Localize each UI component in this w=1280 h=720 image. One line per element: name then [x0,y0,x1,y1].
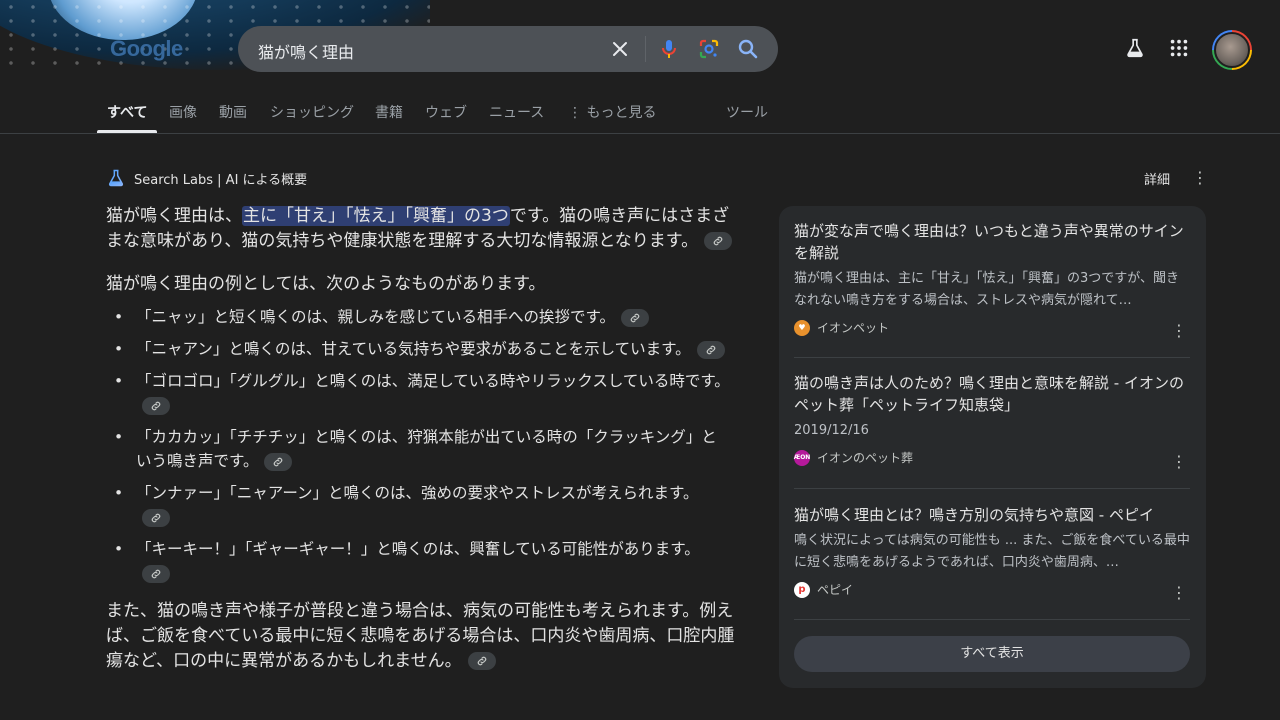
source-menu-icon[interactable]: ⋮ [1171,323,1187,339]
source-site-name: イオンペット [817,321,890,335]
list-item: 「ニャアン」と鳴くのは、甘えている気持ちや要求があることを示しています。 [106,337,736,361]
google-logo[interactable]: Google [110,36,183,62]
summary-highlight: 主に「甘え」「怯え」「興奮」の3つ [242,206,510,226]
aeon-pet-favicon-icon: ♥ [794,319,810,336]
citation-link-icon[interactable] [696,340,725,359]
ai-overview-body: 猫が鳴く理由は、主に「甘え」「怯え」「興奮」の3つです。猫の鳴き声にはさまざまな… [106,204,736,692]
labs-badge-icon [108,169,124,187]
labs-flask-icon[interactable] [1124,37,1146,63]
source-title[interactable]: 猫の鳴き声は人のため？鳴く理由と意味を解説 - イオンのペット葬「ペットライフ知… [794,372,1190,416]
tab-shopping[interactable]: ショッピング [270,102,354,122]
citation-link-icon[interactable] [142,564,170,583]
search-tabs: すべて 画像 動画 ショッピング 書籍 ウェブ ニュース ⋮ もっと見る ツール [0,92,1280,134]
source-divider [794,357,1190,358]
list-item: 「キーキー！」「ギャーギャー！」と鳴くのは、興奮している可能性があります。 [106,537,736,585]
source-menu-icon[interactable]: ⋮ [1171,454,1187,470]
citation-link-icon[interactable] [142,508,170,527]
source-snippet: 鳴く状況によっては病気の可能性も ... また、ご飯を食べている最中に短く悲鳴を… [794,533,1190,570]
search-icon[interactable] [736,37,760,61]
source-site-name: イオンのペット葬 [817,451,914,465]
active-tab-indicator [97,130,157,133]
source-site: ♥ イオンペット [794,319,1190,336]
pepy-favicon-icon: p [794,581,810,598]
show-all-button[interactable]: すべて表示 [794,636,1190,672]
avatar-image [1214,32,1250,68]
list-item-text: 「カカカッ」「チチチッ」と鳴くのは、狩猟本能が出ている時の「クラッキング」という… [136,428,717,470]
examples-list: 「ニャッ」と短く鳴くのは、親しみを感じている相手への挨拶です。 「ニャアン」と鳴… [106,305,736,585]
tab-all[interactable]: すべて [107,102,147,122]
source-card[interactable]: 猫が変な声で鳴く理由は？いつもと違う声や異常のサインを解説 猫が鳴く理由は、主に… [794,220,1190,336]
source-divider [794,619,1190,620]
summary-text-pre: 猫が鳴く理由は、 [106,206,242,226]
tab-more[interactable]: ⋮ もっと見る [568,102,656,122]
list-item-text: 「ゴロゴロ」「グルグル」と鳴くのは、満足している時やリラックスしている時です。 [136,372,730,390]
header-actions [1124,30,1252,70]
citation-link-icon[interactable] [620,308,649,327]
details-link[interactable]: 詳細 [1144,169,1170,188]
sources-panel: 猫が変な声で鳴く理由は？いつもと違う声や異常のサインを解説 猫が鳴く理由は、主に… [779,206,1206,688]
search-input[interactable]: 猫が鳴く理由 [258,39,354,63]
source-menu-icon[interactable]: ⋮ [1171,585,1187,601]
search-results-page: Google 猫が鳴く理由 すべて 画像 動画 ショッピング 書籍 ウェブ ニュ… [0,0,1280,720]
list-item-text: 「ニャッ」と短く鳴くのは、親しみを感じている相手への挨拶です。 [136,308,615,326]
search-divider [645,36,646,62]
source-site-name: ペピイ [817,583,854,597]
summary-paragraph: 猫が鳴く理由は、主に「甘え」「怯え」「興奮」の3つです。猫の鳴き声にはさまざまな… [106,204,736,254]
citation-link-icon[interactable] [467,652,496,670]
tab-more-label: もっと見る [586,105,657,121]
source-divider [794,488,1190,489]
list-item: 「ニャッ」と短く鳴くのは、親しみを感じている相手への挨拶です。 [106,305,736,329]
tab-videos[interactable]: 動画 [219,102,247,122]
health-text: また、猫の鳴き声や様子が普段と違う場合は、病気の可能性も考えられます。例えば、ご… [106,601,735,671]
tab-web[interactable]: ウェブ [425,102,467,122]
source-card[interactable]: 猫の鳴き声は人のため？鳴く理由と意味を解説 - イオンのペット葬「ペットライフ知… [794,372,1190,466]
ai-overview-menu-icon[interactable]: ⋮ [1192,170,1208,186]
source-title[interactable]: 猫が変な声で鳴く理由は？いつもと違う声や異常のサインを解説 [794,220,1190,264]
source-title[interactable]: 猫が鳴く理由とは？鳴き方別の気持ちや意図 - ペピイ [794,504,1190,526]
citation-link-icon[interactable] [142,396,170,415]
source-date: 2019/12/16 [794,423,869,438]
list-item: 「ンナァー」「ニャアーン」と鳴くのは、強めの要求やストレスが考えられます。 [106,481,736,529]
source-snippet: 猫が鳴く理由は、主に「甘え」「怯え」「興奮」の3つですが、聞きなれない鳴き方をす… [794,271,1180,308]
list-item: 「カカカッ」「チチチッ」と鳴くのは、狩猟本能が出ている時の「クラッキング」という… [106,425,736,473]
tab-news[interactable]: ニュース [489,102,544,122]
tab-tools[interactable]: ツール [726,102,768,122]
list-item-text: 「ンナァー」「ニャアーン」と鳴くのは、強めの要求やストレスが考えられます。 [136,484,699,502]
citation-link-icon[interactable] [704,232,733,250]
google-lens-icon[interactable] [697,37,721,61]
apps-grid-icon[interactable] [1168,37,1190,63]
tab-books[interactable]: 書籍 [375,102,403,122]
health-paragraph: また、猫の鳴き声や様子が普段と違う場合は、病気の可能性も考えられます。例えば、ご… [106,599,736,674]
aeon-favicon-icon: ÆON [794,449,810,466]
search-bar[interactable]: 猫が鳴く理由 [238,26,778,72]
list-item: 「ゴロゴロ」「グルグル」と鳴くのは、満足している時やリラックスしている時です。 [106,369,736,417]
citation-link-icon[interactable] [264,452,293,471]
source-site: ÆON イオンのペット葬 [794,449,1190,466]
microphone-icon[interactable] [657,37,681,61]
ai-overview-header: Search Labs | AI による概要 [106,168,307,188]
tab-images[interactable]: 画像 [169,102,197,122]
account-avatar[interactable] [1212,30,1252,70]
ai-overview-title: Search Labs | AI による概要 [134,172,308,188]
examples-intro: 猫が鳴く理由の例としては、次のようなものがあります。 [106,274,546,294]
clear-icon[interactable] [608,37,632,61]
more-vert-icon: ⋮ [568,105,582,121]
list-item-text: 「キーキー！」「ギャーギャー！」と鳴くのは、興奮している可能性があります。 [136,540,700,558]
source-site: p ペピイ [794,581,1190,598]
source-card[interactable]: 猫が鳴く理由とは？鳴き方別の気持ちや意図 - ペピイ 鳴く状況によっては病気の可… [794,504,1190,598]
list-item-text: 「ニャアン」と鳴くのは、甘えている気持ちや要求があることを示しています。 [136,340,691,358]
